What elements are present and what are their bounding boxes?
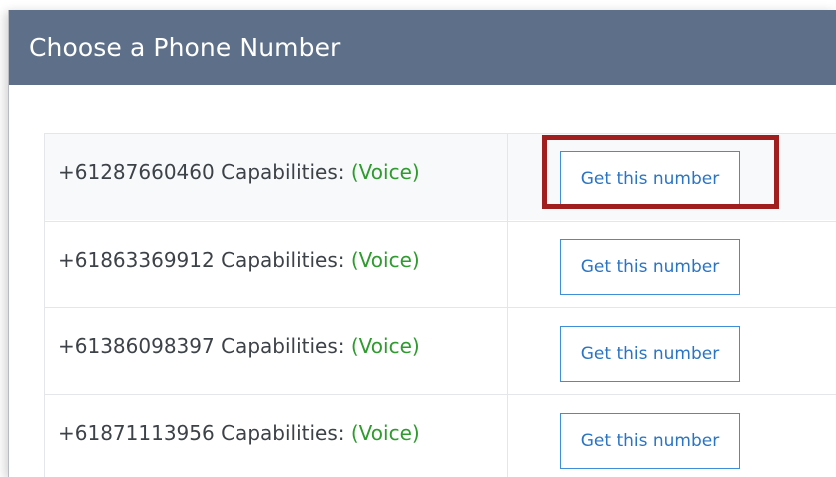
number-row-3: +61386098397 Capabilities: (Voice) Get t… bbox=[44, 307, 836, 395]
capability-voice: (Voice) bbox=[350, 160, 420, 184]
number-row-1: +61287660460 Capabilities: (Voice) Get t… bbox=[44, 133, 836, 221]
capability-voice: (Voice) bbox=[350, 248, 420, 272]
capability-voice: (Voice) bbox=[350, 334, 420, 358]
number-cell: +61386098397 Capabilities: (Voice) bbox=[44, 308, 508, 395]
capabilities-label: Capabilities: bbox=[221, 248, 345, 272]
screen: Choose a Phone Number +61287660460 Capab… bbox=[0, 0, 836, 477]
phone-number: +61863369912 bbox=[58, 248, 215, 272]
number-row-2: +61863369912 Capabilities: (Voice) Get t… bbox=[44, 221, 836, 309]
number-cell: +61287660460 Capabilities: (Voice) bbox=[44, 134, 508, 221]
number-label: +61863369912 Capabilities: (Voice) bbox=[58, 248, 420, 272]
phone-number: +61386098397 bbox=[58, 334, 215, 358]
capabilities-label: Capabilities: bbox=[221, 334, 345, 358]
phone-number: +61287660460 bbox=[58, 160, 215, 184]
number-label: +61287660460 Capabilities: (Voice) bbox=[58, 160, 420, 184]
dialog-title: Choose a Phone Number bbox=[29, 33, 341, 62]
number-row-4: +61871113956 Capabilities: (Voice) Get t… bbox=[44, 394, 836, 477]
capabilities-label: Capabilities: bbox=[221, 421, 345, 445]
number-cell: +61863369912 Capabilities: (Voice) bbox=[44, 222, 508, 309]
number-label: +61871113956 Capabilities: (Voice) bbox=[58, 421, 420, 445]
capabilities-label: Capabilities: bbox=[221, 160, 345, 184]
get-this-number-button[interactable]: Get this number bbox=[560, 151, 740, 207]
get-this-number-button[interactable]: Get this number bbox=[560, 326, 740, 382]
number-cell: +61871113956 Capabilities: (Voice) bbox=[44, 395, 508, 477]
number-label: +61386098397 Capabilities: (Voice) bbox=[58, 334, 420, 358]
get-this-number-button[interactable]: Get this number bbox=[560, 413, 740, 469]
dialog-header: Choose a Phone Number bbox=[9, 10, 836, 85]
phone-number: +61871113956 bbox=[58, 421, 215, 445]
get-this-number-button[interactable]: Get this number bbox=[560, 239, 740, 295]
capability-voice: (Voice) bbox=[350, 421, 420, 445]
